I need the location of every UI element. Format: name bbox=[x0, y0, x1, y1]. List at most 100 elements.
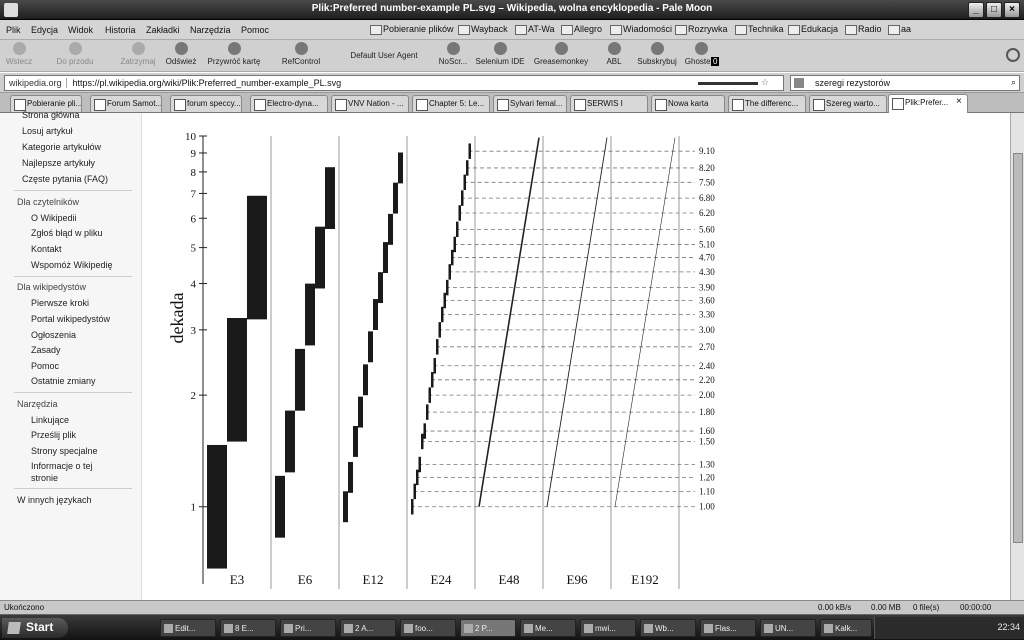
taskbar: Start Edit... 8 E... Pri... 2 A... foo..… bbox=[0, 614, 1024, 640]
taskbar-item[interactable]: 8 E... bbox=[220, 619, 276, 637]
close-button[interactable]: × bbox=[1004, 2, 1020, 18]
tab-item[interactable]: Forum Samot... bbox=[90, 95, 162, 112]
sidebar-link[interactable]: Strona główna bbox=[22, 110, 80, 120]
taskbar-item[interactable]: Flas... bbox=[700, 619, 756, 637]
refcontrol-button[interactable]: RefControl bbox=[277, 42, 325, 66]
stop-button[interactable]: Zatrzymaj bbox=[115, 42, 161, 66]
star-icon[interactable]: ☆ bbox=[761, 77, 769, 88]
noscript-button[interactable]: NoScr... bbox=[436, 42, 470, 66]
taskbar-item[interactable]: Kalk... bbox=[820, 619, 872, 637]
taskbar-item[interactable]: Pri... bbox=[280, 619, 336, 637]
tab-item[interactable]: Sylvari femal... bbox=[493, 95, 567, 112]
taskbar-item[interactable]: 2 A... bbox=[340, 619, 396, 637]
sidebar-languages[interactable]: W innych językach bbox=[17, 495, 92, 505]
tab-item[interactable]: VNV Nation - ... bbox=[331, 95, 409, 112]
sidebar-link[interactable]: Ogłoszenia bbox=[31, 330, 76, 340]
bookmark-item[interactable]: Technika bbox=[735, 24, 784, 35]
address-bar[interactable]: wikipedia.org https://pl.wikipedia.org/wi… bbox=[4, 75, 784, 91]
sidebar-link[interactable]: Informacje o tej bbox=[31, 461, 93, 471]
sidebar-link[interactable]: Pomoc bbox=[31, 361, 59, 371]
bookmark-item[interactable]: Wiadomości bbox=[610, 24, 672, 35]
taskbar-item[interactable]: foo... bbox=[400, 619, 456, 637]
sidebar-link[interactable]: Zasady bbox=[31, 345, 61, 355]
menu-narzedzia[interactable]: Narzędzia bbox=[190, 25, 231, 35]
sidebar-link[interactable]: Losuj artykuł bbox=[22, 126, 73, 136]
forward-button[interactable]: Do przodu bbox=[52, 42, 98, 66]
minimize-button[interactable]: _ bbox=[968, 2, 984, 18]
sidebar-link[interactable]: Pierwsze kroki bbox=[31, 298, 89, 308]
abl-button[interactable]: ABL bbox=[602, 42, 626, 66]
sidebar-link[interactable]: Linkujące bbox=[31, 415, 69, 425]
sidebar-link[interactable]: Strony specjalne bbox=[31, 446, 98, 456]
bookmark-item[interactable]: Allegro bbox=[561, 24, 602, 35]
value-label: 3.00 bbox=[699, 325, 715, 335]
tab-item[interactable]: forum speccy... bbox=[170, 95, 242, 112]
clock[interactable]: 22:34 bbox=[997, 622, 1020, 632]
tab-item[interactable]: Chapter 5: Le... bbox=[412, 95, 490, 112]
close-tab-icon[interactable]: × bbox=[956, 96, 962, 107]
browser-window: Plik:Preferred number-example PL.svg – W… bbox=[0, 0, 1024, 640]
search-engine-icon[interactable] bbox=[794, 78, 804, 88]
bookmark-item[interactable]: Wayback bbox=[458, 24, 508, 35]
bookmark-item[interactable]: aa bbox=[888, 24, 911, 35]
taskbar-item[interactable]: Wb... bbox=[640, 619, 696, 637]
search-icon[interactable]: ⌕ bbox=[1011, 77, 1016, 88]
maximize-button[interactable]: □ bbox=[986, 2, 1002, 18]
back-button[interactable]: Wstecz bbox=[4, 42, 34, 66]
sidebar-link[interactable]: Zgłoś błąd w pliku bbox=[31, 228, 103, 238]
taskbar-item[interactable]: UN... bbox=[760, 619, 816, 637]
sidebar-link[interactable]: Kategorie artykułów bbox=[22, 142, 101, 152]
sidebar-link[interactable]: Najlepsze artykuły bbox=[22, 158, 95, 168]
selenium-button[interactable]: Selenium IDE bbox=[474, 42, 526, 66]
value-label: 9.10 bbox=[699, 146, 715, 156]
value-label: 2.00 bbox=[699, 390, 715, 400]
bookmark-item[interactable]: Radio bbox=[845, 24, 882, 35]
noscript-icon bbox=[446, 42, 460, 55]
tab-item[interactable]: SERWIS I bbox=[570, 95, 648, 112]
gear-icon[interactable] bbox=[1006, 48, 1020, 62]
menu-pomoc[interactable]: Pomoc bbox=[241, 25, 269, 35]
site-identity[interactable]: wikipedia.org bbox=[9, 78, 67, 88]
menu-edycja[interactable]: Edycja bbox=[31, 25, 58, 35]
tab-item[interactable]: Szereg warto... bbox=[809, 95, 887, 112]
user-agent-button[interactable]: Default User Agent bbox=[336, 42, 432, 60]
menu-plik[interactable]: Plik bbox=[6, 25, 21, 35]
sidebar-link[interactable]: Wspomóż Wikipedię bbox=[31, 260, 113, 270]
vertical-scrollbar[interactable] bbox=[1010, 113, 1024, 600]
taskbar-item[interactable]: mwi... bbox=[580, 619, 636, 637]
reload-button[interactable]: Odśwież bbox=[163, 42, 199, 66]
menu-widok[interactable]: Widok bbox=[68, 25, 93, 35]
value-label: 3.90 bbox=[699, 283, 715, 293]
menu-zakladki[interactable]: Zakładki bbox=[146, 25, 180, 35]
sidebar-link[interactable]: Prześlij plik bbox=[31, 430, 76, 440]
bookmark-item[interactable]: Rozrywka bbox=[675, 24, 728, 35]
subscribe-button[interactable]: Subskrybuj bbox=[634, 42, 680, 66]
series-step bbox=[416, 469, 419, 486]
tab-item[interactable]: Nowa karta bbox=[651, 95, 725, 112]
bookmark-item[interactable]: AT-Wa bbox=[515, 24, 555, 35]
series-label: E48 bbox=[499, 572, 520, 587]
menu-historia[interactable]: Historia bbox=[105, 25, 136, 35]
sidebar-link[interactable]: O Wikipedii bbox=[31, 213, 77, 223]
tab-item[interactable]: Electro-dyna... bbox=[250, 95, 328, 112]
sidebar-link[interactable]: stronie bbox=[31, 473, 58, 483]
bookmark-item[interactable]: Edukacja bbox=[788, 24, 838, 35]
sidebar-link[interactable]: Kontakt bbox=[31, 244, 62, 254]
search-input[interactable]: szeregi rezystorów ⌕ bbox=[790, 75, 1020, 91]
greasemonkey-button[interactable]: Greasemonkey bbox=[531, 42, 591, 66]
tab-item[interactable]: The differenc... bbox=[728, 95, 806, 112]
scrollbar-thumb[interactable] bbox=[1013, 153, 1023, 543]
sidebar-link[interactable]: Portal wikipedystów bbox=[31, 314, 110, 324]
sidebar-heading: Dla czytelników bbox=[17, 197, 80, 207]
taskbar-item[interactable]: Edit... bbox=[160, 619, 216, 637]
sidebar-link[interactable]: Ostatnie zmiany bbox=[31, 376, 96, 386]
taskbar-item-active[interactable]: 2 P... bbox=[460, 619, 516, 637]
bookmark-item[interactable]: Pobieranie plików bbox=[370, 24, 454, 35]
taskbar-item[interactable]: Me... bbox=[520, 619, 576, 637]
sidebar-link[interactable]: Częste pytania (FAQ) bbox=[22, 174, 108, 184]
restore-tab-button[interactable]: Przywróć kartę bbox=[204, 42, 264, 66]
y-tick-label: 2 bbox=[191, 390, 197, 402]
value-label: 2.20 bbox=[699, 375, 715, 385]
start-button[interactable]: Start bbox=[2, 618, 68, 638]
series-step bbox=[423, 423, 426, 439]
